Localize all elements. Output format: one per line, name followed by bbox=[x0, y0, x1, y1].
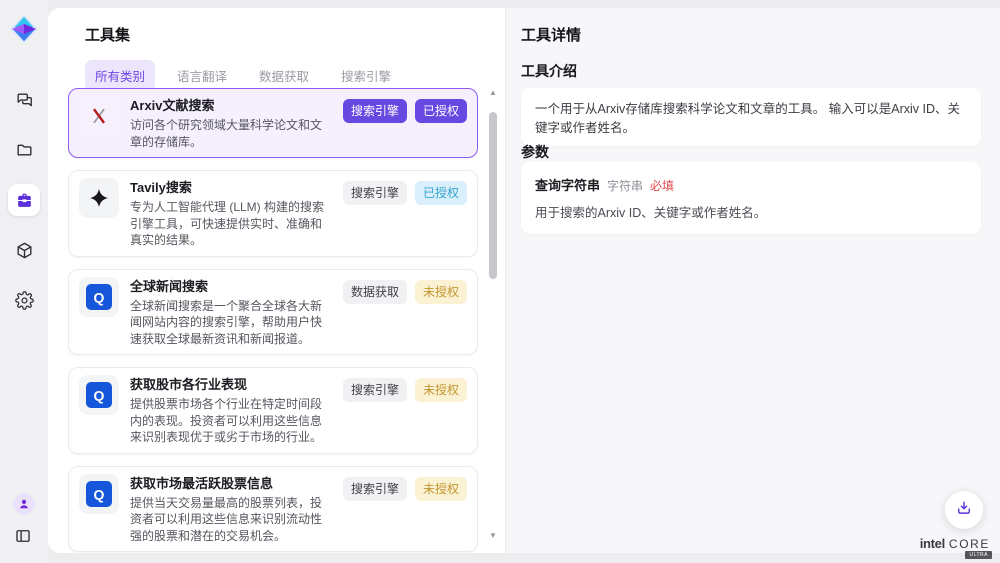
q-news-logo-icon: Q bbox=[79, 474, 119, 514]
download-button[interactable] bbox=[945, 491, 983, 529]
scroll-down-icon[interactable]: ▼ bbox=[489, 531, 497, 541]
svg-text:Q: Q bbox=[94, 486, 105, 502]
scroll-up-icon[interactable]: ▲ bbox=[489, 88, 497, 98]
toolbox-icon bbox=[15, 191, 34, 210]
tool-card[interactable]: Q 全球新闻搜索 全球新闻搜索是一个聚合全球各大新闻网站内容的搜索引擎，帮助用户… bbox=[68, 269, 478, 356]
tag-gray: 数据获取 bbox=[343, 280, 407, 304]
tool-card-tags: 搜索引擎未授权 bbox=[343, 375, 467, 446]
intro-card: 一个用于从Arxiv存储库搜索科学论文和文章的工具。 输入可以是Arxiv ID… bbox=[521, 88, 981, 146]
tag-gray: 搜索引擎 bbox=[343, 378, 407, 402]
sidebar-rail bbox=[0, 0, 48, 563]
tool-card-title: 获取股市各行业表现 bbox=[130, 376, 332, 394]
param-required-badge: 必填 bbox=[650, 177, 674, 194]
tool-card[interactable]: Q 获取市场最活跃股票信息 提供当天交易量最高的股票列表，投资者可以利用这些信息… bbox=[68, 466, 478, 553]
intel-core-logo: intel COREULTRA bbox=[920, 536, 990, 551]
tag-amber: 未授权 bbox=[415, 477, 467, 501]
tool-card-title: Tavily搜索 bbox=[130, 179, 332, 197]
param-name: 查询字符串 bbox=[535, 175, 600, 194]
tab-all[interactable]: 所有类别 bbox=[85, 60, 155, 91]
tool-list-scrollbar[interactable]: ▲ ▼ bbox=[487, 88, 499, 541]
sidebar-bottom bbox=[13, 493, 35, 547]
tool-card-description: 访问各个研究领域大量科学论文和文章的存储库。 bbox=[130, 117, 332, 150]
arxiv-logo-icon bbox=[79, 96, 119, 136]
ultra-badge: ULTRA bbox=[965, 551, 992, 559]
tool-card-title: 获取市场最活跃股票信息 bbox=[130, 475, 332, 493]
tag-gray: 搜索引擎 bbox=[343, 477, 407, 501]
gear-icon bbox=[15, 291, 34, 310]
folder-icon bbox=[15, 141, 34, 160]
tool-card-description: 提供股票市场各个行业在特定时间段内的表现。投资者可以利用这些信息来识别表现优于或… bbox=[130, 396, 332, 446]
main-surface: 工具集 所有类别语言翻译数据获取搜索引擎 Arxiv文献搜索 访问各个研究领域大… bbox=[48, 8, 1000, 553]
tool-card-tags: 数据获取未授权 bbox=[343, 277, 467, 348]
scrollbar-thumb[interactable] bbox=[489, 112, 497, 279]
intro-heading: 工具介绍 bbox=[521, 61, 577, 81]
tool-details-title: 工具详情 bbox=[521, 24, 581, 45]
tag-purple: 已授权 bbox=[415, 99, 467, 123]
tool-card-tags: 搜索引擎已授权 bbox=[343, 96, 467, 150]
sidebar-item-settings[interactable] bbox=[8, 284, 40, 316]
sidebar-item-chat[interactable] bbox=[8, 84, 40, 116]
svg-text:Q: Q bbox=[94, 388, 105, 404]
tool-card-tags: 搜索引擎已授权 bbox=[343, 178, 467, 249]
tool-details-panel: 工具详情 工具介绍 一个用于从Arxiv存储库搜索科学论文和文章的工具。 输入可… bbox=[505, 8, 1000, 553]
tool-card-description: 全球新闻搜索是一个聚合全球各大新闻网站内容的搜索引擎，帮助用户快速获取全球最新资… bbox=[130, 298, 332, 348]
intro-text: 一个用于从Arxiv存储库搜索科学论文和文章的工具。 输入可以是Arxiv ID… bbox=[535, 102, 960, 135]
param-description: 用于搜索的Arxiv ID、关键字或作者姓名。 bbox=[535, 202, 967, 221]
tools-panel-title: 工具集 bbox=[85, 24, 130, 45]
tool-card[interactable]: Arxiv文献搜索 访问各个研究领域大量科学论文和文章的存储库。 搜索引擎已授权 bbox=[68, 88, 478, 158]
category-tabs: 所有类别语言翻译数据获取搜索引擎 bbox=[85, 60, 401, 91]
tab-search[interactable]: 搜索引擎 bbox=[331, 60, 401, 91]
sidebar-item-tools[interactable] bbox=[8, 184, 40, 216]
tool-card-description: 专为人工智能代理 (LLM) 构建的搜索引擎工具，可快速提供实时、准确和真实的结… bbox=[130, 199, 332, 249]
sparkle-star-icon bbox=[79, 178, 119, 218]
tag-amber: 未授权 bbox=[415, 280, 467, 304]
intel-wordmark: intel bbox=[920, 536, 945, 551]
params-heading: 参数 bbox=[521, 142, 549, 162]
tag-cyan: 已授权 bbox=[415, 181, 467, 205]
sidebar-item-models[interactable] bbox=[8, 234, 40, 266]
user-icon[interactable] bbox=[13, 493, 35, 515]
tool-card[interactable]: Tavily搜索 专为人工智能代理 (LLM) 构建的搜索引擎工具，可快速提供实… bbox=[68, 170, 478, 257]
param-header-row: 查询字符串 字符串 必填 bbox=[535, 175, 967, 194]
tools-panel: 工具集 所有类别语言翻译数据获取搜索引擎 Arxiv文献搜索 访问各个研究领域大… bbox=[48, 8, 505, 553]
q-news-logo-icon: Q bbox=[79, 277, 119, 317]
tag-purple: 搜索引擎 bbox=[343, 99, 407, 123]
brand-diamond-logo bbox=[7, 10, 41, 48]
param-card: 查询字符串 字符串 必填 用于搜索的Arxiv ID、关键字或作者姓名。 bbox=[521, 162, 981, 234]
sidebar-nav bbox=[8, 84, 40, 316]
tab-translation[interactable]: 语言翻译 bbox=[167, 60, 237, 91]
tool-card-description: 提供当天交易量最高的股票列表，投资者可以利用这些信息来识别流动性强的股票和潜在的… bbox=[130, 495, 332, 545]
download-icon bbox=[955, 499, 973, 522]
core-wordmark: COREULTRA bbox=[949, 537, 990, 551]
tool-list: Arxiv文献搜索 访问各个研究领域大量科学论文和文章的存储库。 搜索引擎已授权… bbox=[68, 88, 478, 553]
tool-card[interactable]: Q 获取股市各行业表现 提供股票市场各个行业在特定时间段内的表现。投资者可以利用… bbox=[68, 367, 478, 454]
svg-text:Q: Q bbox=[94, 289, 105, 305]
cube-icon bbox=[15, 241, 34, 260]
param-type: 字符串 bbox=[607, 177, 643, 194]
tab-data[interactable]: 数据获取 bbox=[249, 60, 319, 91]
tool-card-tags: 搜索引擎未授权 bbox=[343, 474, 467, 545]
sidebar-toggle-icon[interactable] bbox=[14, 527, 34, 547]
tag-gray: 搜索引擎 bbox=[343, 181, 407, 205]
tag-amber: 未授权 bbox=[415, 378, 467, 402]
sidebar-item-folders[interactable] bbox=[8, 134, 40, 166]
scrollbar-track[interactable] bbox=[489, 98, 497, 531]
tool-card-title: Arxiv文献搜索 bbox=[130, 97, 332, 115]
tool-card-title: 全球新闻搜索 bbox=[130, 278, 332, 296]
app-window: 工具集 所有类别语言翻译数据获取搜索引擎 Arxiv文献搜索 访问各个研究领域大… bbox=[0, 0, 1000, 563]
chat-icon bbox=[15, 91, 34, 110]
q-news-logo-icon: Q bbox=[79, 375, 119, 415]
